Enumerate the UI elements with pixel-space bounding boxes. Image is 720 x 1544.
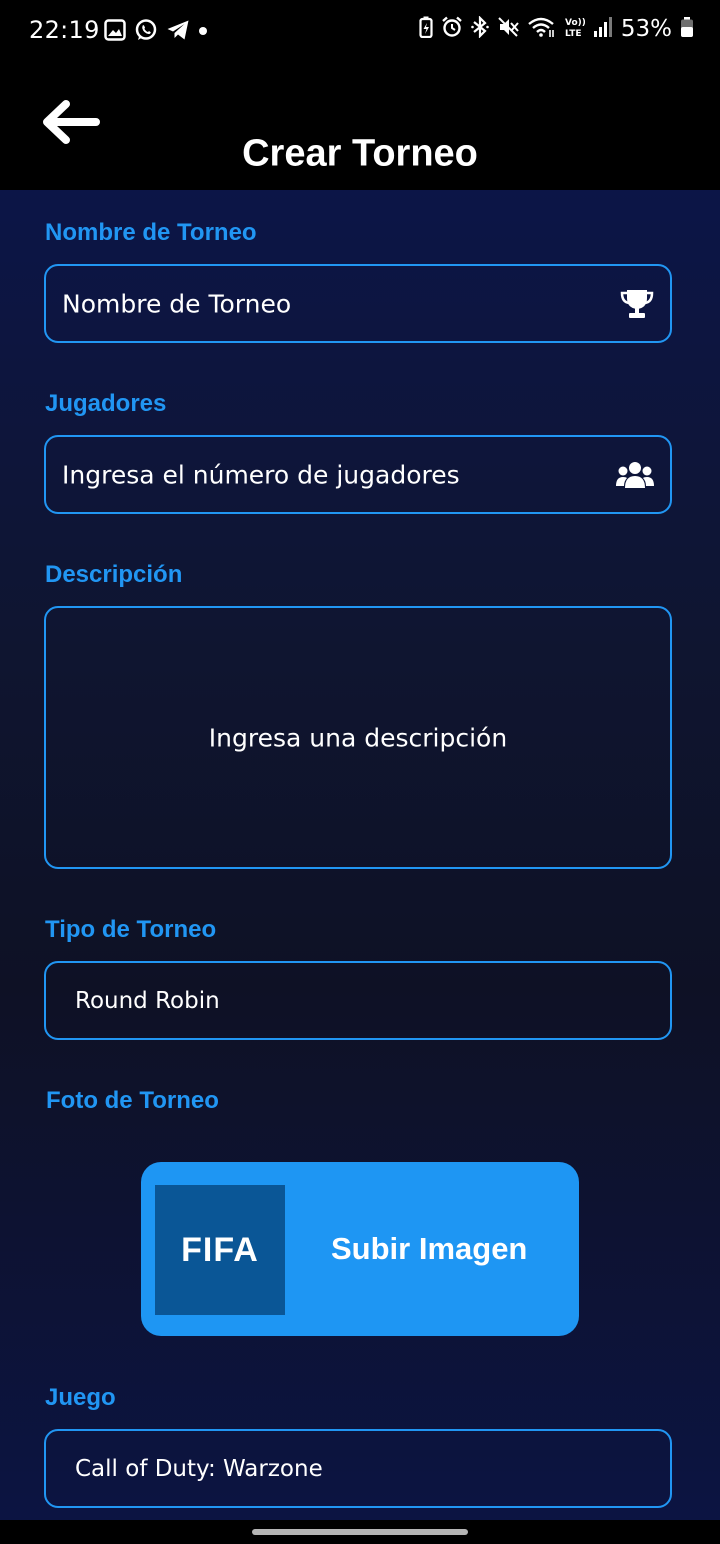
svg-text:LTE: LTE bbox=[565, 29, 582, 38]
whatsapp-icon bbox=[134, 18, 158, 46]
description-label: Descripción bbox=[45, 561, 183, 588]
tournament-name-input[interactable]: Nombre de Torneo bbox=[44, 264, 672, 343]
battery-percent: 53% bbox=[620, 16, 672, 42]
bluetooth-icon bbox=[471, 15, 489, 42]
svg-text:Vo)): Vo)) bbox=[565, 18, 585, 28]
tournament-name-placeholder: Nombre de Torneo bbox=[62, 289, 292, 318]
trophy-icon bbox=[620, 287, 654, 321]
upload-image-button[interactable]: FIFA Subir Imagen bbox=[141, 1162, 579, 1336]
mute-icon bbox=[497, 16, 519, 42]
fifa-logo: FIFA bbox=[181, 1230, 259, 1269]
game-select[interactable]: Call of Duty: Warzone bbox=[44, 1429, 672, 1508]
status-time: 22:19 bbox=[29, 16, 100, 44]
players-label: Jugadores bbox=[45, 390, 167, 417]
form-content: Nombre de Torneo Nombre de Torneo Jugado… bbox=[0, 190, 720, 1520]
description-textarea[interactable]: Ingresa una descripción bbox=[44, 606, 672, 869]
signal-icon bbox=[593, 16, 613, 42]
users-icon bbox=[616, 460, 654, 490]
notification-icons bbox=[104, 18, 208, 46]
players-placeholder: Ingresa el número de jugadores bbox=[62, 460, 460, 489]
dot-icon bbox=[198, 19, 208, 45]
tournament-type-select[interactable]: Round Robin bbox=[44, 961, 672, 1040]
home-indicator[interactable] bbox=[252, 1529, 468, 1535]
navigation-bar bbox=[0, 1520, 720, 1544]
app-header: Crear Torneo bbox=[0, 62, 720, 190]
players-input[interactable]: Ingresa el número de jugadores bbox=[44, 435, 672, 514]
system-icons: Vo)) LTE 53% bbox=[419, 15, 694, 42]
status-bar: 22:19 Vo)) LTE 53% bbox=[0, 0, 720, 62]
volte-icon: Vo)) LTE bbox=[563, 16, 586, 42]
alarm-icon bbox=[441, 16, 463, 42]
battery-saver-icon bbox=[419, 16, 433, 42]
game-value: Call of Duty: Warzone bbox=[75, 1455, 323, 1482]
battery-icon bbox=[680, 16, 694, 42]
tournament-type-value: Round Robin bbox=[75, 987, 220, 1014]
upload-image-label: Subir Imagen bbox=[331, 1231, 528, 1266]
telegram-icon bbox=[166, 19, 190, 45]
gallery-icon bbox=[104, 19, 126, 45]
tournament-type-label: Tipo de Torneo bbox=[45, 916, 217, 943]
tournament-name-label: Nombre de Torneo bbox=[45, 219, 257, 246]
wifi-icon bbox=[527, 16, 555, 42]
game-label: Juego bbox=[45, 1384, 116, 1411]
page-title: Crear Torneo bbox=[242, 132, 478, 175]
description-placeholder: Ingresa una descripción bbox=[208, 723, 508, 752]
tournament-photo-label: Foto de Torneo bbox=[46, 1087, 219, 1114]
tournament-image-thumbnail: FIFA bbox=[155, 1185, 285, 1315]
